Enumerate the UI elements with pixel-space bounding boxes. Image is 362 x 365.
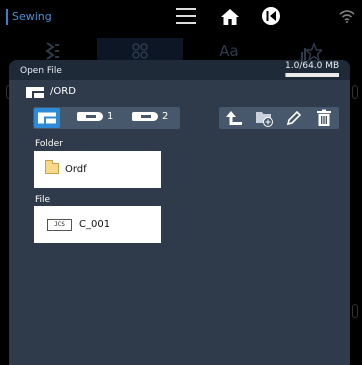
dialog-header: Open File 1.0/64.0 MB bbox=[9, 60, 350, 80]
file-type-icon: JCS bbox=[47, 219, 72, 231]
trash-icon bbox=[317, 109, 331, 126]
machine-icon bbox=[26, 87, 44, 98]
home-icon[interactable] bbox=[220, 7, 240, 27]
folder-item[interactable]: Ordf bbox=[34, 151, 161, 188]
path-text: /ORD bbox=[50, 86, 76, 97]
file-type-badge: JCS bbox=[54, 221, 65, 228]
source-selector: 1 2 bbox=[33, 107, 180, 129]
new-folder-button[interactable] bbox=[249, 107, 279, 129]
rename-button[interactable] bbox=[279, 107, 309, 129]
memory-usage-bar bbox=[285, 73, 339, 77]
file-actions bbox=[219, 107, 339, 129]
usb2-button[interactable]: 2 bbox=[132, 111, 168, 125]
memory-usage-text: 1.0/64.0 MB bbox=[285, 61, 340, 71]
machine-icon bbox=[38, 112, 56, 124]
memory-usage-fill bbox=[285, 73, 286, 77]
usb1-button[interactable]: 1 bbox=[77, 111, 113, 125]
back-circle-icon[interactable] bbox=[261, 6, 281, 26]
right-page-arrow-lower bbox=[352, 304, 358, 318]
machine-memory-button[interactable] bbox=[34, 108, 60, 128]
new-folder-icon bbox=[256, 112, 273, 127]
folder-icon bbox=[45, 160, 59, 174]
usb-icon bbox=[132, 111, 158, 121]
status-bar: Sewing bbox=[0, 0, 362, 38]
open-file-dialog: Open File 1.0/64.0 MB /ORD 1 2 Folder Or… bbox=[9, 60, 350, 365]
embroidery-tab-icon bbox=[132, 43, 148, 59]
menu-icon[interactable] bbox=[176, 8, 196, 24]
settings-tab-icon bbox=[301, 42, 322, 62]
up-arrow-icon bbox=[226, 111, 242, 125]
usb-icon bbox=[77, 111, 103, 121]
up-folder-button[interactable] bbox=[219, 107, 249, 129]
folder-section-label: Folder bbox=[35, 139, 63, 149]
file-item[interactable]: JCS C_001 bbox=[34, 206, 161, 243]
wifi-icon bbox=[339, 10, 355, 23]
stitch-pattern-tab-icon bbox=[45, 42, 59, 60]
file-section-label: File bbox=[35, 195, 51, 205]
delete-button[interactable] bbox=[309, 107, 339, 129]
pencil-icon bbox=[286, 110, 302, 126]
right-page-arrow bbox=[352, 85, 358, 99]
file-name: C_001 bbox=[79, 219, 111, 230]
dialog-title: Open File bbox=[20, 66, 62, 76]
usb2-label: 2 bbox=[162, 111, 169, 122]
usb1-label: 1 bbox=[107, 111, 114, 122]
mode-label: Sewing bbox=[6, 9, 52, 25]
folder-name: Ordf bbox=[65, 164, 87, 175]
